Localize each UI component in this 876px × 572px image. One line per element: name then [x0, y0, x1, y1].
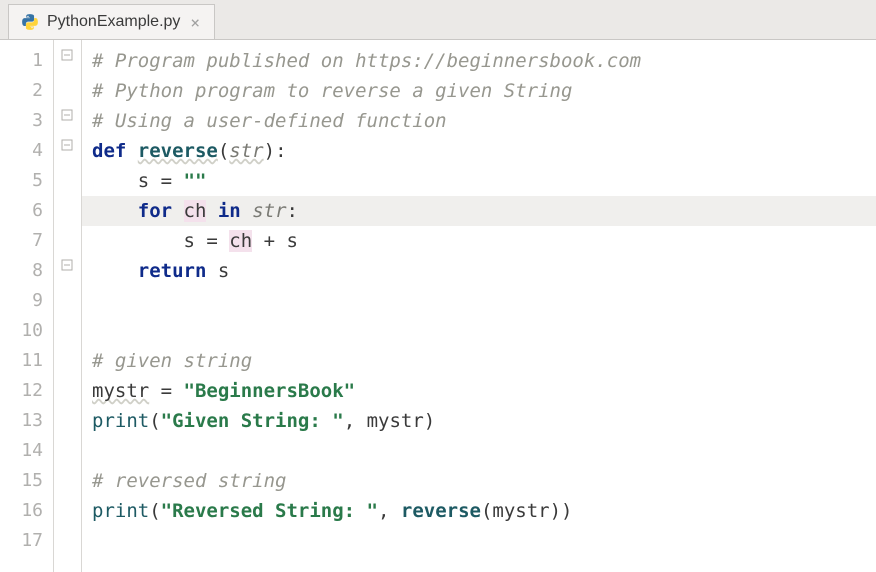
code-token: # Python program to reverse a given Stri… — [92, 80, 572, 102]
fold-marker-icon[interactable] — [60, 48, 74, 62]
code-token: # given string — [92, 350, 252, 372]
code-line[interactable]: # Using a user-defined function — [82, 106, 876, 136]
code-token: "Reversed String: " — [161, 500, 378, 522]
code-token: : — [287, 200, 298, 222]
code-token: print — [92, 410, 149, 432]
code-line[interactable]: # Program published on https://beginners… — [82, 46, 876, 76]
line-number: 8 — [0, 256, 53, 286]
code-token: # Using a user-defined function — [92, 110, 447, 132]
close-icon[interactable]: × — [188, 13, 202, 32]
code-token: str — [252, 200, 286, 222]
fold-column — [54, 40, 82, 572]
file-tab[interactable]: PythonExample.py × — [8, 4, 215, 39]
code-token: s = — [184, 230, 230, 252]
code-line[interactable]: s = ch + s — [82, 226, 876, 256]
code-line[interactable]: print("Given String: ", mystr) — [82, 406, 876, 436]
python-file-icon — [21, 13, 39, 31]
code-line[interactable]: mystr = "BeginnersBook" — [82, 376, 876, 406]
code-token: # Program published on https://beginners… — [92, 50, 641, 72]
code-token: "" — [184, 170, 207, 192]
line-number-gutter: 1234567891011121314151617 — [0, 40, 54, 572]
fold-marker-icon[interactable] — [60, 108, 74, 122]
code-token: str — [229, 140, 263, 162]
code-token: ch — [184, 200, 207, 222]
code-token: s — [218, 260, 229, 282]
tab-bar: PythonExample.py × — [0, 0, 876, 40]
code-line[interactable] — [82, 526, 876, 556]
code-line[interactable] — [82, 436, 876, 466]
code-token: # reversed string — [92, 470, 286, 492]
code-token: , — [378, 500, 401, 522]
code-token: mystr — [92, 380, 149, 402]
line-number: 14 — [0, 436, 53, 466]
line-number: 2 — [0, 76, 53, 106]
editor: 1234567891011121314151617 # Program publ… — [0, 40, 876, 572]
line-number: 13 — [0, 406, 53, 436]
code-line[interactable]: # reversed string — [82, 466, 876, 496]
line-number: 4 — [0, 136, 53, 166]
code-token: reverse — [138, 140, 218, 162]
code-token: ( — [149, 500, 160, 522]
line-number: 1 — [0, 46, 53, 76]
code-token: ( — [149, 410, 160, 432]
line-number: 11 — [0, 346, 53, 376]
code-token: , mystr) — [344, 410, 436, 432]
line-number: 9 — [0, 286, 53, 316]
code-token: return — [138, 260, 218, 282]
code-token: ( — [218, 140, 229, 162]
code-line[interactable]: # Python program to reverse a given Stri… — [82, 76, 876, 106]
line-number: 5 — [0, 166, 53, 196]
code-line[interactable] — [82, 286, 876, 316]
file-tab-label: PythonExample.py — [47, 13, 180, 31]
line-number: 17 — [0, 526, 53, 556]
line-number: 10 — [0, 316, 53, 346]
code-token: ch — [229, 230, 252, 252]
code-line[interactable]: # given string — [82, 346, 876, 376]
fold-marker-icon[interactable] — [60, 138, 74, 152]
code-token: for — [138, 200, 184, 222]
code-line[interactable]: s = "" — [82, 166, 876, 196]
code-token: "Given String: " — [161, 410, 344, 432]
code-line[interactable]: print("Reversed String: ", reverse(mystr… — [82, 496, 876, 526]
line-number: 15 — [0, 466, 53, 496]
code-token: print — [92, 500, 149, 522]
code-token: "BeginnersBook" — [184, 380, 356, 402]
code-token: (mystr)) — [481, 500, 573, 522]
code-line[interactable] — [82, 316, 876, 346]
code-line[interactable]: for ch in str: — [82, 196, 876, 226]
fold-end-icon[interactable] — [60, 258, 74, 272]
code-token: + s — [252, 230, 298, 252]
line-number: 12 — [0, 376, 53, 406]
code-line[interactable]: def reverse(str): — [82, 136, 876, 166]
line-number: 16 — [0, 496, 53, 526]
line-number: 3 — [0, 106, 53, 136]
line-number: 6 — [0, 196, 53, 226]
code-token: s = — [138, 170, 184, 192]
code-token: reverse — [401, 500, 481, 522]
code-line[interactable]: return s — [82, 256, 876, 286]
code-token: ): — [264, 140, 287, 162]
code-token: in — [206, 200, 252, 222]
line-number: 7 — [0, 226, 53, 256]
code-token: = — [149, 380, 183, 402]
code-area[interactable]: # Program published on https://beginners… — [82, 40, 876, 572]
code-token: def — [92, 140, 138, 162]
